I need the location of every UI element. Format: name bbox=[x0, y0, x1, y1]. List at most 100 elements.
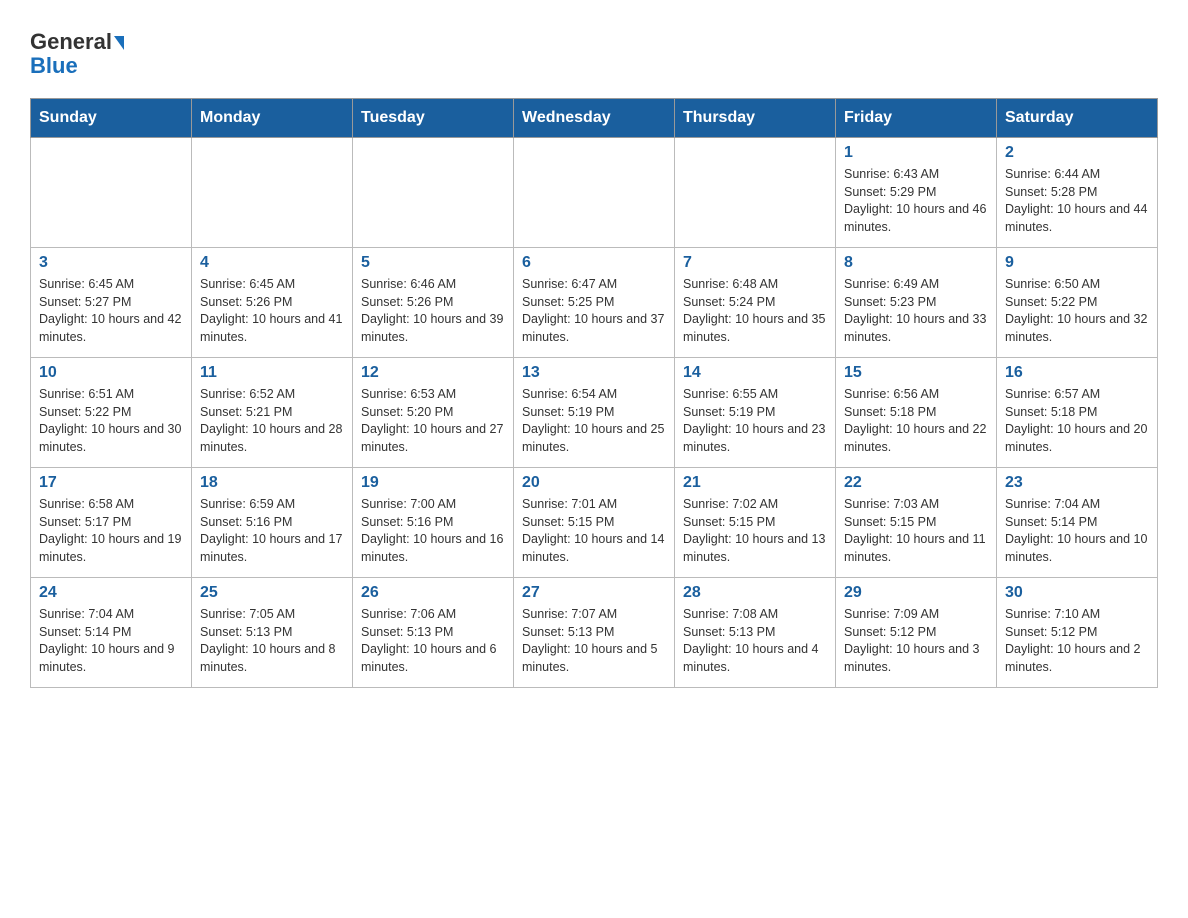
logo-blue-text: Blue bbox=[30, 53, 78, 78]
day-info: Sunrise: 6:48 AMSunset: 5:24 PMDaylight:… bbox=[683, 276, 827, 346]
calendar-cell: 14 Sunrise: 6:55 AMSunset: 5:19 PMDayligh… bbox=[675, 358, 836, 468]
day-info: Sunrise: 7:09 AMSunset: 5:12 PMDaylight:… bbox=[844, 606, 988, 676]
calendar-cell: 23Sunrise: 7:04 AMSunset: 5:14 PMDayligh… bbox=[997, 468, 1158, 578]
day-number: 26 bbox=[361, 584, 505, 602]
day-info: Sunrise: 7:04 AMSunset: 5:14 PMDaylight:… bbox=[39, 606, 183, 676]
calendar-cell: 30 Sunrise: 7:10 AMSunset: 5:12 PMDayligh… bbox=[997, 578, 1158, 688]
day-info: Sunrise: 6:59 AMSunset: 5:16 PMDaylight:… bbox=[200, 496, 344, 566]
week-row-2: 10 Sunrise: 6:51 AMSunset: 5:22 PMDayligh… bbox=[31, 358, 1158, 468]
calendar-cell: 3 Sunrise: 6:45 AMSunset: 5:27 PMDaylight… bbox=[31, 248, 192, 358]
calendar-cell: 12 Sunrise: 6:53 AMSunset: 5:20 PMDayligh… bbox=[353, 358, 514, 468]
day-number: 10 bbox=[39, 364, 183, 382]
day-number: 29 bbox=[844, 584, 988, 602]
calendar-cell: 7Sunrise: 6:48 AMSunset: 5:24 PMDaylight… bbox=[675, 248, 836, 358]
day-number: 8 bbox=[844, 254, 988, 272]
day-info: Sunrise: 6:54 AMSunset: 5:19 PMDaylight:… bbox=[522, 386, 666, 456]
day-info: Sunrise: 6:50 AMSunset: 5:22 PMDaylight:… bbox=[1005, 276, 1149, 346]
day-number: 21 bbox=[683, 474, 827, 492]
day-number: 4 bbox=[200, 254, 344, 272]
calendar-cell: 28Sunrise: 7:08 AMSunset: 5:13 PMDayligh… bbox=[675, 578, 836, 688]
day-info: Sunrise: 7:05 AMSunset: 5:13 PMDaylight:… bbox=[200, 606, 344, 676]
logo-triangle-icon bbox=[114, 36, 124, 50]
col-header-thursday: Thursday bbox=[675, 99, 836, 138]
calendar-cell: 6 Sunrise: 6:47 AMSunset: 5:25 PMDaylight… bbox=[514, 248, 675, 358]
day-info: Sunrise: 6:56 AMSunset: 5:18 PMDaylight:… bbox=[844, 386, 988, 456]
day-info: Sunrise: 7:02 AMSunset: 5:15 PMDaylight:… bbox=[683, 496, 827, 566]
day-info: Sunrise: 7:07 AMSunset: 5:13 PMDaylight:… bbox=[522, 606, 666, 676]
day-number: 17 bbox=[39, 474, 183, 492]
day-info: Sunrise: 6:51 AMSunset: 5:22 PMDaylight:… bbox=[39, 386, 183, 456]
calendar-cell: 27 Sunrise: 7:07 AMSunset: 5:13 PMDayligh… bbox=[514, 578, 675, 688]
day-number: 12 bbox=[361, 364, 505, 382]
day-info: Sunrise: 6:44 AMSunset: 5:28 PMDaylight:… bbox=[1005, 166, 1149, 236]
calendar-cell bbox=[353, 138, 514, 248]
day-info: Sunrise: 6:49 AMSunset: 5:23 PMDaylight:… bbox=[844, 276, 988, 346]
col-header-monday: Monday bbox=[192, 99, 353, 138]
day-info: Sunrise: 7:08 AMSunset: 5:13 PMDaylight:… bbox=[683, 606, 827, 676]
day-info: Sunrise: 6:45 AMSunset: 5:27 PMDaylight:… bbox=[39, 276, 183, 346]
day-number: 15 bbox=[844, 364, 988, 382]
calendar-cell: 17 Sunrise: 6:58 AMSunset: 5:17 PMDayligh… bbox=[31, 468, 192, 578]
day-number: 20 bbox=[522, 474, 666, 492]
day-number: 14 bbox=[683, 364, 827, 382]
calendar-cell: 20Sunrise: 7:01 AMSunset: 5:15 PMDayligh… bbox=[514, 468, 675, 578]
day-number: 13 bbox=[522, 364, 666, 382]
calendar-cell: 11 Sunrise: 6:52 AMSunset: 5:21 PMDayligh… bbox=[192, 358, 353, 468]
calendar-cell: 5 Sunrise: 6:46 AMSunset: 5:26 PMDaylight… bbox=[353, 248, 514, 358]
day-number: 30 bbox=[1005, 584, 1149, 602]
week-row-0: 1Sunrise: 6:43 AMSunset: 5:29 PMDaylight… bbox=[31, 138, 1158, 248]
calendar-cell: 24 Sunrise: 7:04 AMSunset: 5:14 PMDayligh… bbox=[31, 578, 192, 688]
calendar-cell: 29 Sunrise: 7:09 AMSunset: 5:12 PMDayligh… bbox=[836, 578, 997, 688]
calendar-cell: 26 Sunrise: 7:06 AMSunset: 5:13 PMDayligh… bbox=[353, 578, 514, 688]
calendar-cell: 18Sunrise: 6:59 AMSunset: 5:16 PMDayligh… bbox=[192, 468, 353, 578]
col-header-saturday: Saturday bbox=[997, 99, 1158, 138]
day-info: Sunrise: 6:53 AMSunset: 5:20 PMDaylight:… bbox=[361, 386, 505, 456]
calendar-cell: 2 Sunrise: 6:44 AMSunset: 5:28 PMDaylight… bbox=[997, 138, 1158, 248]
day-info: Sunrise: 7:00 AMSunset: 5:16 PMDaylight:… bbox=[361, 496, 505, 566]
col-header-sunday: Sunday bbox=[31, 99, 192, 138]
day-info: Sunrise: 6:55 AMSunset: 5:19 PMDaylight:… bbox=[683, 386, 827, 456]
day-number: 5 bbox=[361, 254, 505, 272]
day-info: Sunrise: 6:57 AMSunset: 5:18 PMDaylight:… bbox=[1005, 386, 1149, 456]
col-header-wednesday: Wednesday bbox=[514, 99, 675, 138]
day-number: 25 bbox=[200, 584, 344, 602]
calendar-cell: 10 Sunrise: 6:51 AMSunset: 5:22 PMDayligh… bbox=[31, 358, 192, 468]
day-info: Sunrise: 7:04 AMSunset: 5:14 PMDaylight:… bbox=[1005, 496, 1149, 566]
day-number: 2 bbox=[1005, 144, 1149, 162]
day-number: 16 bbox=[1005, 364, 1149, 382]
day-number: 24 bbox=[39, 584, 183, 602]
calendar-cell bbox=[514, 138, 675, 248]
calendar-cell bbox=[675, 138, 836, 248]
calendar-cell: 19 Sunrise: 7:00 AMSunset: 5:16 PMDayligh… bbox=[353, 468, 514, 578]
calendar-cell bbox=[31, 138, 192, 248]
day-info: Sunrise: 6:45 AMSunset: 5:26 PMDaylight:… bbox=[200, 276, 344, 346]
day-info: Sunrise: 7:03 AMSunset: 5:15 PMDaylight:… bbox=[844, 496, 988, 566]
calendar-cell bbox=[192, 138, 353, 248]
day-number: 22 bbox=[844, 474, 988, 492]
week-row-3: 17 Sunrise: 6:58 AMSunset: 5:17 PMDayligh… bbox=[31, 468, 1158, 578]
calendar-cell: 21 Sunrise: 7:02 AMSunset: 5:15 PMDayligh… bbox=[675, 468, 836, 578]
day-info: Sunrise: 7:06 AMSunset: 5:13 PMDaylight:… bbox=[361, 606, 505, 676]
logo-text: GeneralBlue bbox=[30, 30, 124, 78]
week-row-1: 3 Sunrise: 6:45 AMSunset: 5:27 PMDaylight… bbox=[31, 248, 1158, 358]
calendar-cell: 8 Sunrise: 6:49 AMSunset: 5:23 PMDaylight… bbox=[836, 248, 997, 358]
logo: GeneralBlue bbox=[30, 20, 124, 78]
day-number: 19 bbox=[361, 474, 505, 492]
day-number: 3 bbox=[39, 254, 183, 272]
calendar-table: SundayMondayTuesdayWednesdayThursdayFrid… bbox=[30, 98, 1158, 688]
day-info: Sunrise: 7:10 AMSunset: 5:12 PMDaylight:… bbox=[1005, 606, 1149, 676]
day-number: 27 bbox=[522, 584, 666, 602]
col-header-friday: Friday bbox=[836, 99, 997, 138]
calendar-cell: 13 Sunrise: 6:54 AMSunset: 5:19 PMDayligh… bbox=[514, 358, 675, 468]
day-info: Sunrise: 6:46 AMSunset: 5:26 PMDaylight:… bbox=[361, 276, 505, 346]
calendar-cell: 1Sunrise: 6:43 AMSunset: 5:29 PMDaylight… bbox=[836, 138, 997, 248]
day-number: 11 bbox=[200, 364, 344, 382]
calendar-cell: 15 Sunrise: 6:56 AMSunset: 5:18 PMDayligh… bbox=[836, 358, 997, 468]
week-row-4: 24 Sunrise: 7:04 AMSunset: 5:14 PMDayligh… bbox=[31, 578, 1158, 688]
calendar-header-row: SundayMondayTuesdayWednesdayThursdayFrid… bbox=[31, 99, 1158, 138]
day-number: 6 bbox=[522, 254, 666, 272]
day-info: Sunrise: 6:58 AMSunset: 5:17 PMDaylight:… bbox=[39, 496, 183, 566]
day-info: Sunrise: 6:47 AMSunset: 5:25 PMDaylight:… bbox=[522, 276, 666, 346]
page-header: GeneralBlue bbox=[30, 20, 1158, 78]
day-info: Sunrise: 6:52 AMSunset: 5:21 PMDaylight:… bbox=[200, 386, 344, 456]
